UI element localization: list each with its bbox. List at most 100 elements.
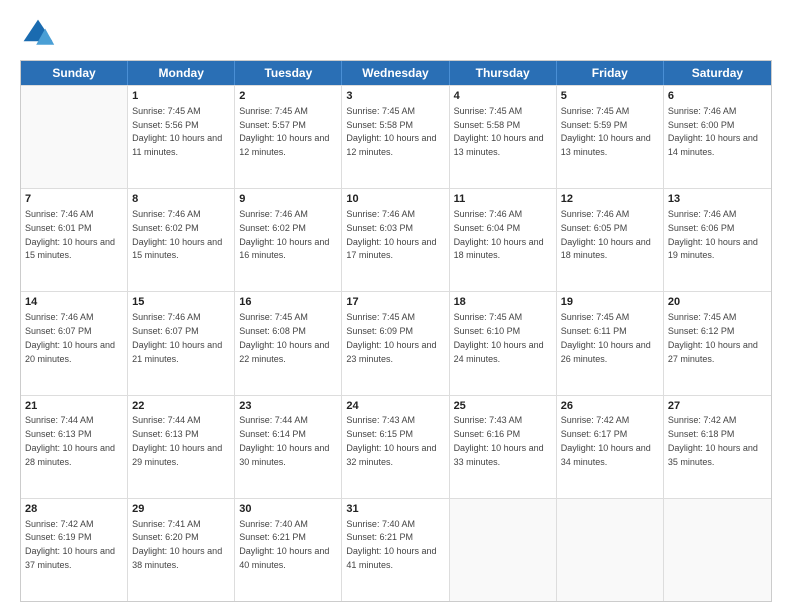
- day-number: 26: [561, 399, 659, 414]
- day-number: 12: [561, 192, 659, 207]
- day-number: 23: [239, 399, 337, 414]
- day-number: 1: [132, 89, 230, 104]
- day-number: 19: [561, 295, 659, 310]
- cal-cell: 4 Sunrise: 7:45 AMSunset: 5:58 PMDaylight…: [450, 86, 557, 188]
- day-number: 28: [25, 502, 123, 517]
- cal-cell: 16Sunrise: 7:45 AMSunset: 6:08 PMDayligh…: [235, 292, 342, 394]
- cell-info: Sunrise: 7:46 AMSunset: 6:05 PMDaylight:…: [561, 209, 651, 260]
- day-number: 7: [25, 192, 123, 207]
- cal-cell: 9 Sunrise: 7:46 AMSunset: 6:02 PMDaylight…: [235, 189, 342, 291]
- cal-cell: 21Sunrise: 7:44 AMSunset: 6:13 PMDayligh…: [21, 396, 128, 498]
- day-number: 14: [25, 295, 123, 310]
- day-number: 3: [346, 89, 444, 104]
- cell-info: Sunrise: 7:46 AMSunset: 6:07 PMDaylight:…: [25, 312, 115, 363]
- day-number: 18: [454, 295, 552, 310]
- cal-cell: 26Sunrise: 7:42 AMSunset: 6:17 PMDayligh…: [557, 396, 664, 498]
- cell-info: Sunrise: 7:40 AMSunset: 6:21 PMDaylight:…: [346, 519, 436, 570]
- day-number: 10: [346, 192, 444, 207]
- cal-cell: 12 Sunrise: 7:46 AMSunset: 6:05 PMDayligh…: [557, 189, 664, 291]
- day-number: 17: [346, 295, 444, 310]
- cell-info: Sunrise: 7:44 AMSunset: 6:13 PMDaylight:…: [132, 415, 222, 466]
- cal-cell: 17 Sunrise: 7:45 AMSunset: 6:09 PMDayligh…: [342, 292, 449, 394]
- cal-cell: 3 Sunrise: 7:45 AMSunset: 5:58 PMDaylight…: [342, 86, 449, 188]
- cell-info: Sunrise: 7:45 AMSunset: 6:12 PMDaylight:…: [668, 312, 758, 363]
- cell-info: Sunrise: 7:46 AMSunset: 6:07 PMDaylight:…: [132, 312, 222, 363]
- cal-cell: 13 Sunrise: 7:46 AMSunset: 6:06 PMDayligh…: [664, 189, 771, 291]
- day-number: 25: [454, 399, 552, 414]
- cell-info: Sunrise: 7:46 AMSunset: 6:01 PMDaylight:…: [25, 209, 115, 260]
- day-number: 9: [239, 192, 337, 207]
- cell-info: Sunrise: 7:46 AMSunset: 6:02 PMDaylight:…: [132, 209, 222, 260]
- cell-info: Sunrise: 7:46 AMSunset: 6:02 PMDaylight:…: [239, 209, 329, 260]
- cal-cell: [557, 499, 664, 601]
- calendar-row-3: 14 Sunrise: 7:46 AMSunset: 6:07 PMDayligh…: [21, 291, 771, 394]
- cal-cell: 30Sunrise: 7:40 AMSunset: 6:21 PMDayligh…: [235, 499, 342, 601]
- cell-info: Sunrise: 7:42 AMSunset: 6:17 PMDaylight:…: [561, 415, 651, 466]
- cell-info: Sunrise: 7:45 AMSunset: 5:59 PMDaylight:…: [561, 106, 651, 157]
- logo-icon: [20, 16, 56, 52]
- cell-info: Sunrise: 7:45 AMSunset: 5:56 PMDaylight:…: [132, 106, 222, 157]
- cell-info: Sunrise: 7:46 AMSunset: 6:00 PMDaylight:…: [668, 106, 758, 157]
- header-friday: Friday: [557, 61, 664, 85]
- cell-info: Sunrise: 7:45 AMSunset: 6:08 PMDaylight:…: [239, 312, 329, 363]
- cal-cell: 14 Sunrise: 7:46 AMSunset: 6:07 PMDayligh…: [21, 292, 128, 394]
- day-number: 22: [132, 399, 230, 414]
- cell-info: Sunrise: 7:43 AMSunset: 6:15 PMDaylight:…: [346, 415, 436, 466]
- day-number: 27: [668, 399, 767, 414]
- header-sunday: Sunday: [21, 61, 128, 85]
- day-number: 24: [346, 399, 444, 414]
- cal-cell: 28Sunrise: 7:42 AMSunset: 6:19 PMDayligh…: [21, 499, 128, 601]
- day-number: 2: [239, 89, 337, 104]
- day-number: 8: [132, 192, 230, 207]
- cal-cell: 8 Sunrise: 7:46 AMSunset: 6:02 PMDaylight…: [128, 189, 235, 291]
- cell-info: Sunrise: 7:45 AMSunset: 6:10 PMDaylight:…: [454, 312, 544, 363]
- cell-info: Sunrise: 7:43 AMSunset: 6:16 PMDaylight:…: [454, 415, 544, 466]
- cal-cell: 22Sunrise: 7:44 AMSunset: 6:13 PMDayligh…: [128, 396, 235, 498]
- header-monday: Monday: [128, 61, 235, 85]
- day-number: 6: [668, 89, 767, 104]
- day-number: 21: [25, 399, 123, 414]
- cal-cell: 11 Sunrise: 7:46 AMSunset: 6:04 PMDayligh…: [450, 189, 557, 291]
- cell-info: Sunrise: 7:45 AMSunset: 5:58 PMDaylight:…: [454, 106, 544, 157]
- calendar-row-1: 1 Sunrise: 7:45 AMSunset: 5:56 PMDaylight…: [21, 85, 771, 188]
- cal-cell: [450, 499, 557, 601]
- cell-info: Sunrise: 7:46 AMSunset: 6:06 PMDaylight:…: [668, 209, 758, 260]
- cell-info: Sunrise: 7:46 AMSunset: 6:03 PMDaylight:…: [346, 209, 436, 260]
- cal-cell: 7 Sunrise: 7:46 AMSunset: 6:01 PMDaylight…: [21, 189, 128, 291]
- cell-info: Sunrise: 7:46 AMSunset: 6:04 PMDaylight:…: [454, 209, 544, 260]
- header-tuesday: Tuesday: [235, 61, 342, 85]
- cal-cell: 5 Sunrise: 7:45 AMSunset: 5:59 PMDaylight…: [557, 86, 664, 188]
- cell-info: Sunrise: 7:45 AMSunset: 5:57 PMDaylight:…: [239, 106, 329, 157]
- calendar-body: 1 Sunrise: 7:45 AMSunset: 5:56 PMDaylight…: [21, 85, 771, 601]
- cal-cell: 25Sunrise: 7:43 AMSunset: 6:16 PMDayligh…: [450, 396, 557, 498]
- day-number: 11: [454, 192, 552, 207]
- day-number: 5: [561, 89, 659, 104]
- cell-info: Sunrise: 7:45 AMSunset: 5:58 PMDaylight:…: [346, 106, 436, 157]
- day-number: 31: [346, 502, 444, 517]
- page: Sunday Monday Tuesday Wednesday Thursday…: [0, 0, 792, 612]
- cal-cell: 10 Sunrise: 7:46 AMSunset: 6:03 PMDayligh…: [342, 189, 449, 291]
- cal-cell: 6 Sunrise: 7:46 AMSunset: 6:00 PMDaylight…: [664, 86, 771, 188]
- cal-cell: 15Sunrise: 7:46 AMSunset: 6:07 PMDayligh…: [128, 292, 235, 394]
- day-number: 4: [454, 89, 552, 104]
- calendar-row-2: 7 Sunrise: 7:46 AMSunset: 6:01 PMDaylight…: [21, 188, 771, 291]
- cell-info: Sunrise: 7:40 AMSunset: 6:21 PMDaylight:…: [239, 519, 329, 570]
- cell-info: Sunrise: 7:45 AMSunset: 6:11 PMDaylight:…: [561, 312, 651, 363]
- day-number: 20: [668, 295, 767, 310]
- cal-cell: 24Sunrise: 7:43 AMSunset: 6:15 PMDayligh…: [342, 396, 449, 498]
- cal-cell: [21, 86, 128, 188]
- cal-cell: 23Sunrise: 7:44 AMSunset: 6:14 PMDayligh…: [235, 396, 342, 498]
- cal-cell: [664, 499, 771, 601]
- cal-cell: 29Sunrise: 7:41 AMSunset: 6:20 PMDayligh…: [128, 499, 235, 601]
- logo: [20, 16, 60, 52]
- day-number: 13: [668, 192, 767, 207]
- calendar: Sunday Monday Tuesday Wednesday Thursday…: [20, 60, 772, 602]
- calendar-row-4: 21Sunrise: 7:44 AMSunset: 6:13 PMDayligh…: [21, 395, 771, 498]
- cal-cell: 31 Sunrise: 7:40 AMSunset: 6:21 PMDayligh…: [342, 499, 449, 601]
- day-number: 29: [132, 502, 230, 517]
- cal-cell: 19 Sunrise: 7:45 AMSunset: 6:11 PMDayligh…: [557, 292, 664, 394]
- cell-info: Sunrise: 7:45 AMSunset: 6:09 PMDaylight:…: [346, 312, 436, 363]
- cell-info: Sunrise: 7:42 AMSunset: 6:18 PMDaylight:…: [668, 415, 758, 466]
- header-wednesday: Wednesday: [342, 61, 449, 85]
- cell-info: Sunrise: 7:44 AMSunset: 6:13 PMDaylight:…: [25, 415, 115, 466]
